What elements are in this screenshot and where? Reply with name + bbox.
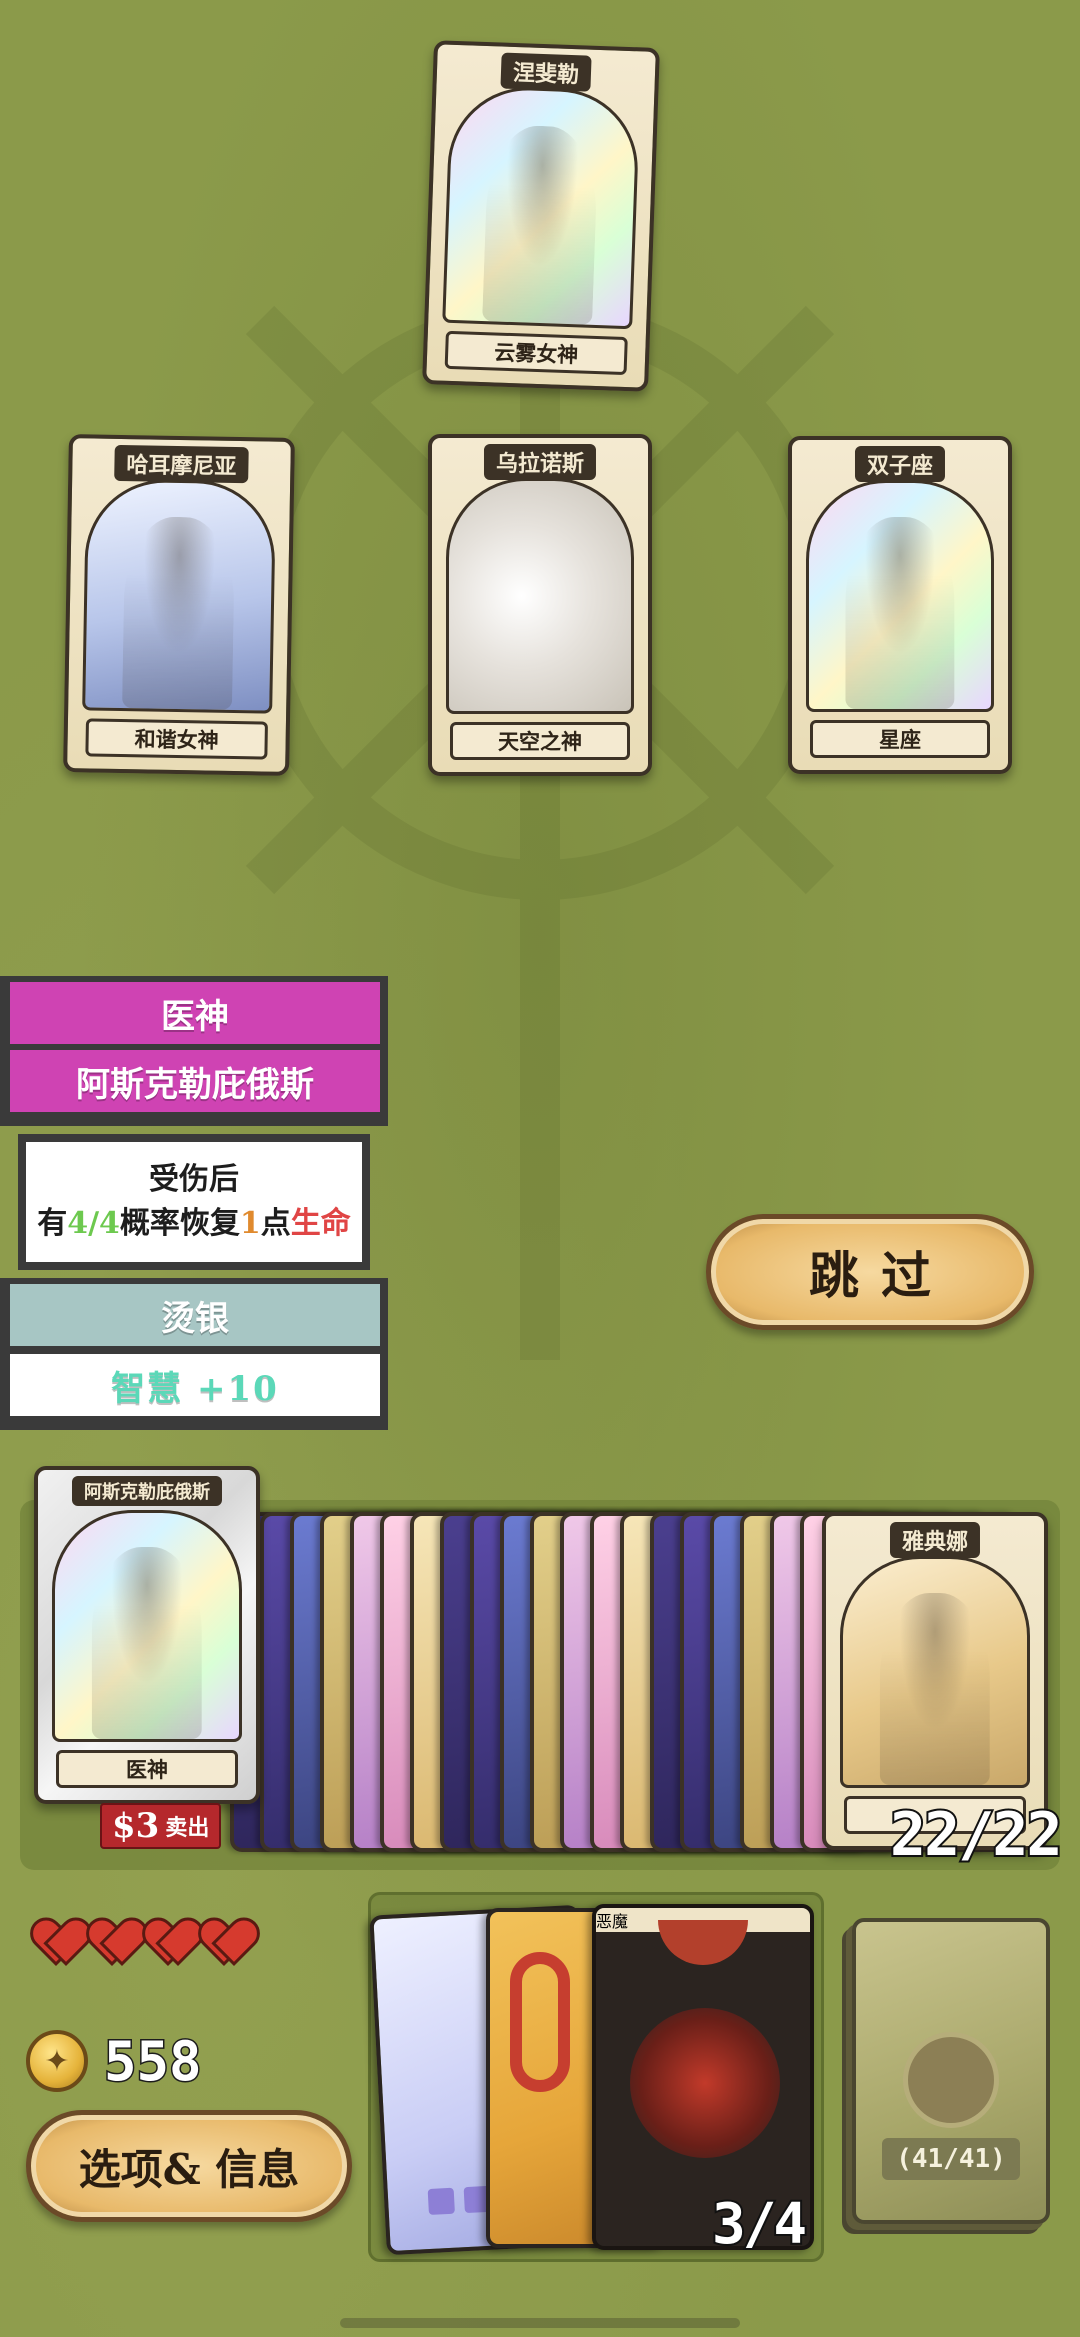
effect-line-1: 受伤后	[149, 1162, 239, 1197]
card-title: 涅斐勒	[500, 52, 592, 92]
card-art	[446, 478, 634, 714]
card-category: 医神	[10, 982, 380, 1044]
effect-line-2: 有4/4概率恢复1点生命	[37, 1206, 351, 1241]
sell-price: $3	[112, 1806, 160, 1846]
card-art	[82, 478, 277, 714]
card-title: 雅典娜	[889, 1522, 981, 1558]
deck-count: (41/41)	[882, 2138, 1020, 2180]
consumable-count: 3/4	[710, 2190, 809, 2259]
choice-card-uranus[interactable]: 乌拉诺斯 天空之神	[428, 434, 652, 776]
card-title: 乌拉诺斯	[483, 444, 597, 480]
heart-icon	[202, 1918, 250, 1962]
skip-button[interactable]: 跳过	[706, 1214, 1034, 1330]
card-art	[442, 84, 641, 330]
hand-count: 22/22	[888, 1798, 1065, 1872]
card-subtitle: 星座	[810, 720, 990, 758]
heart-icon	[146, 1918, 194, 1962]
choice-card-harmonia[interactable]: 哈耳摩尼亚 和谐女神	[63, 434, 295, 776]
card-art	[806, 480, 994, 712]
card-title: 阿斯克勒庇俄斯	[72, 1476, 222, 1506]
card-art	[840, 1556, 1030, 1788]
info-panel-enhancement: 烫银 智慧 +10	[0, 1278, 388, 1430]
draw-deck[interactable]: (41/41)	[852, 1918, 1050, 2224]
card-name: 阿斯克勒庇俄斯	[10, 1050, 380, 1112]
options-info-button[interactable]: 选项& 信息	[26, 2110, 352, 2222]
sell-label: 卖出	[165, 1815, 210, 1841]
enhancement-bonus: 智慧 +10	[10, 1354, 380, 1416]
choice-card-nephele[interactable]: 涅斐勒 云雾女神	[422, 40, 660, 392]
card-title: 双子座	[854, 446, 946, 482]
life-hearts	[34, 1918, 250, 1962]
card-subtitle: 云雾女神	[444, 330, 628, 376]
card-subtitle: 天空之神	[450, 722, 630, 760]
heart-icon	[34, 1918, 82, 1962]
hand-card-selected[interactable]: 阿斯克勒庇俄斯 医神	[34, 1466, 260, 1804]
sell-button[interactable]: $3 卖出	[100, 1803, 222, 1849]
card-title: 哈耳摩尼亚	[114, 444, 249, 484]
enhancement-label: 烫银	[10, 1284, 380, 1346]
choice-card-gemini[interactable]: 双子座 星座	[788, 436, 1012, 774]
card-subtitle: 医神	[56, 1750, 238, 1788]
home-indicator[interactable]	[340, 2318, 740, 2328]
info-panel-identity: 医神 阿斯克勒庇俄斯	[0, 976, 388, 1126]
deck-emblem-icon	[903, 2032, 999, 2128]
card-subtitle: 和谐女神	[85, 718, 268, 760]
heart-icon	[90, 1918, 138, 1962]
info-panel-effect: 受伤后 有4/4概率恢复1点生命	[18, 1134, 370, 1270]
coin-icon: ✦	[26, 2030, 88, 2092]
coin-count: 558	[103, 2029, 204, 2095]
card-art	[52, 1510, 242, 1742]
